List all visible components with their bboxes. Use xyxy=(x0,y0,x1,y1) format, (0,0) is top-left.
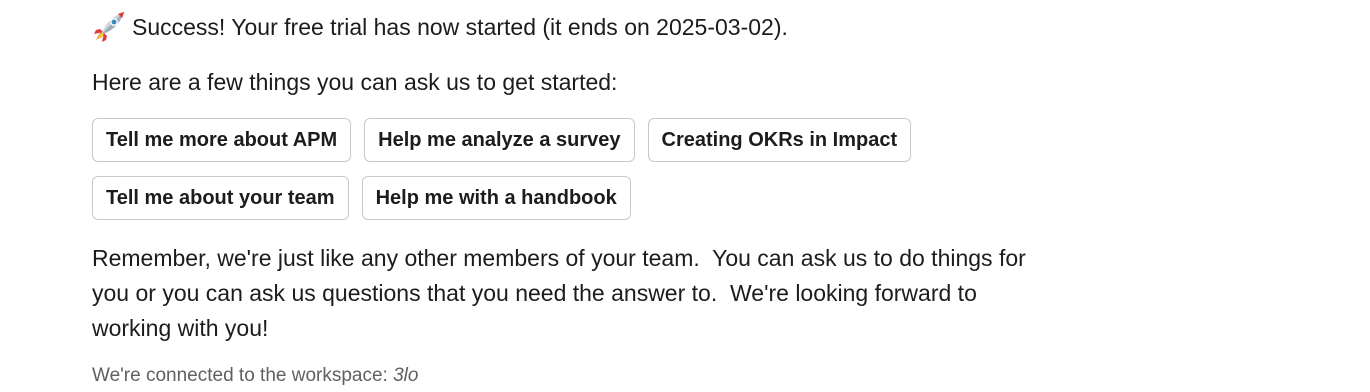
reminder-line: working with you! xyxy=(92,315,269,341)
suggestion-row-2: Tell me about your team Help me with a h… xyxy=(92,176,631,220)
workspace-context: We're connected to the workspace: 3lo xyxy=(92,364,418,388)
suggestion-handbook-button[interactable]: Help me with a handbook xyxy=(361,176,631,220)
workspace-name: 3lo xyxy=(393,365,419,386)
rocket-icon xyxy=(92,10,126,44)
intro-text: Here are a few things you can ask us to … xyxy=(92,69,618,95)
reminder-line: Remember, we're just like any other memb… xyxy=(92,245,1026,271)
suggestion-okrs-button[interactable]: Creating OKRs in Impact xyxy=(647,118,912,162)
suggestion-row-1: Tell me more about APM Help me analyze a… xyxy=(92,118,912,162)
success-text: Success! Your free trial has now started… xyxy=(132,13,788,40)
reminder-line: you or you can ask us questions that you… xyxy=(92,280,977,306)
suggestion-team-button[interactable]: Tell me about your team xyxy=(92,176,349,220)
suggestion-apm-button[interactable]: Tell me more about APM xyxy=(92,118,352,162)
reminder-text: Remember, we're just like any other memb… xyxy=(92,241,1072,346)
suggestion-survey-button[interactable]: Help me analyze a survey xyxy=(364,118,635,162)
success-line: Success! Your free trial has now started… xyxy=(92,10,788,44)
context-prefix: We're connected to the workspace: xyxy=(92,365,394,386)
